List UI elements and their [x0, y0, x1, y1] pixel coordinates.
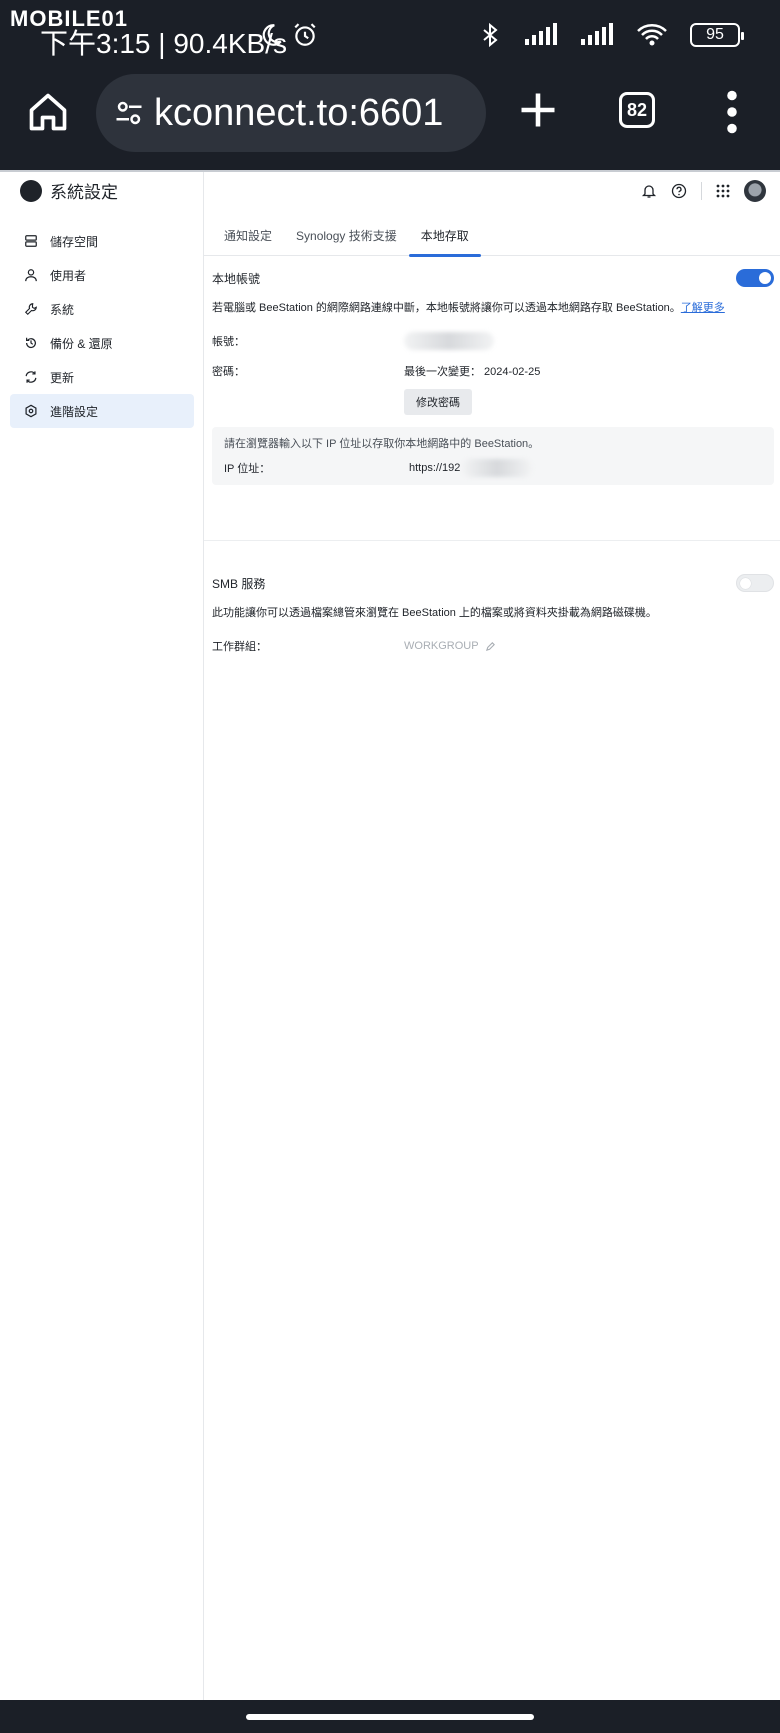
smb-content: SMB 服務 此功能讓你可以透過檔案總管來瀏覽在 BeeStation 上的檔案… — [212, 572, 774, 654]
status-time-speed: 下午3:15 | 90.4KB/s — [40, 28, 287, 59]
ip-row: IP 位址： https://192 — [224, 459, 762, 477]
help-icon[interactable] — [671, 183, 687, 199]
sidebar-nav: 儲存空間 使用者 系統 備份 & 還原 更新 進階設定 — [10, 224, 194, 428]
bluetooth-icon — [483, 22, 498, 48]
sidebar: 系統設定 儲存空間 使用者 系統 備份 & 還原 更新 進階設定 — [0, 172, 204, 1702]
local-account-toggle[interactable] — [736, 269, 774, 287]
tab-synology-support[interactable]: Synology 技術支援 — [284, 214, 409, 256]
apps-grid-icon[interactable] — [716, 184, 730, 198]
new-tab-icon[interactable] — [516, 88, 560, 132]
sidebar-item-label: 更新 — [50, 370, 75, 385]
more-menu-icon[interactable] — [724, 90, 740, 134]
local-account-title: 本地帳號 — [212, 271, 261, 286]
password-last-changed: 最後一次變更： 2024-02-25 — [404, 366, 541, 378]
sidebar-item-system[interactable]: 系統 — [10, 292, 194, 326]
sidebar-item-advanced[interactable]: 進階設定 — [10, 394, 194, 428]
avatar[interactable] — [744, 180, 766, 202]
smb-title: SMB 服務 — [212, 576, 266, 591]
browser-toolbar: kconnect.to:6601 82 — [0, 72, 780, 170]
ip-label: IP 位址： — [224, 463, 271, 475]
status-icons: 95 — [262, 22, 744, 48]
status-bar: MOBILE01 下午3:15 | 90.4KB/s 95 — [0, 0, 780, 72]
signal-icon — [525, 23, 557, 45]
account-value-redacted — [404, 332, 494, 350]
sidebar-item-update[interactable]: 更新 — [10, 360, 194, 394]
ip-value: https://192 — [409, 462, 461, 474]
section-divider — [204, 540, 780, 541]
smb-description: 此功能讓你可以透過檔案總管來瀏覽在 BeeStation 上的檔案或將資料夾掛載… — [212, 607, 657, 619]
system-navigation-bar — [0, 1700, 780, 1733]
workgroup-label: 工作群組： — [212, 641, 267, 653]
header-actions — [641, 180, 766, 202]
storage-icon — [25, 235, 37, 247]
local-account-header: 本地帳號 — [212, 267, 774, 289]
change-password-wrap: 修改密碼 — [212, 389, 774, 415]
description-text: 若電腦或 BeeStation 的網際網路連線中斷，本地帳號將讓你可以透過本地網… — [212, 302, 681, 314]
home-gesture-pill[interactable] — [246, 1714, 534, 1720]
sidebar-item-label: 使用者 — [50, 268, 87, 283]
learn-more-link[interactable]: 了解更多 — [681, 302, 725, 314]
account-row: 帳號： — [212, 331, 774, 351]
update-icon — [25, 371, 37, 383]
sidebar-item-backup[interactable]: 備份 & 還原 — [10, 326, 194, 360]
bell-icon[interactable] — [641, 183, 657, 199]
url-bar[interactable]: kconnect.to:6601 — [96, 74, 486, 152]
app-title: 系統設定 — [50, 183, 118, 202]
app-header: 系統設定 — [20, 178, 118, 203]
sidebar-item-label: 儲存空間 — [50, 234, 99, 249]
moon-icon — [262, 24, 282, 46]
settings-app: 系統設定 儲存空間 使用者 系統 備份 & 還原 更新 進階設定 通知設定 Sy… — [0, 170, 780, 1702]
sidebar-item-storage[interactable]: 儲存空間 — [10, 224, 194, 258]
site-settings-icon[interactable] — [114, 98, 144, 128]
workgroup-row: 工作群組： WORKGROUP — [212, 638, 774, 654]
local-access-content: 本地帳號 若電腦或 BeeStation 的網際網路連線中斷，本地帳號將讓你可以… — [212, 267, 774, 485]
sidebar-item-label: 備份 & 還原 — [50, 336, 113, 351]
change-password-button[interactable]: 修改密碼 — [404, 389, 472, 415]
alarm-icon — [294, 23, 316, 46]
tab-local-access[interactable]: 本地存取 — [408, 214, 481, 257]
url-text: kconnect.to:6601 — [154, 91, 444, 134]
local-account-description: 若電腦或 BeeStation 的網際網路連線中斷，本地帳號將讓你可以透過本地網… — [212, 299, 774, 315]
sidebar-item-users[interactable]: 使用者 — [10, 258, 194, 292]
password-row: 密碼： 最後一次變更： 2024-02-25 — [212, 361, 774, 381]
ip-value-redacted — [462, 459, 533, 477]
battery-indicator: 95 — [690, 23, 744, 47]
home-icon[interactable] — [26, 90, 70, 134]
backup-icon — [26, 337, 36, 349]
password-label: 密碼： — [212, 366, 245, 378]
workgroup-value: WORKGROUP — [404, 640, 479, 652]
ip-info-box: 請在瀏覽器輸入以下 IP 位址以存取你本地網路中的 BeeStation。 IP… — [212, 427, 774, 485]
sidebar-item-label: 系統 — [50, 302, 75, 317]
signal-icon-2 — [581, 23, 613, 45]
ip-hint: 請在瀏覽器輸入以下 IP 位址以存取你本地網路中的 BeeStation。 — [224, 438, 540, 450]
account-label: 帳號： — [212, 336, 245, 348]
advanced-icon — [25, 404, 37, 418]
beestation-logo-icon — [20, 179, 42, 202]
edit-pencil-icon[interactable] — [485, 641, 496, 652]
header-separator — [701, 182, 702, 200]
sidebar-item-label: 進階設定 — [50, 404, 99, 419]
tab-switcher-button[interactable]: 82 — [619, 92, 655, 128]
tab-notification-settings[interactable]: 通知設定 — [212, 214, 284, 256]
user-icon — [25, 269, 37, 282]
smb-header: SMB 服務 — [212, 572, 774, 594]
smb-toggle[interactable] — [736, 574, 774, 592]
wifi-icon — [637, 24, 667, 46]
tab-bar: 通知設定 Synology 技術支援 本地存取 — [204, 214, 780, 257]
wrench-icon — [24, 303, 37, 316]
